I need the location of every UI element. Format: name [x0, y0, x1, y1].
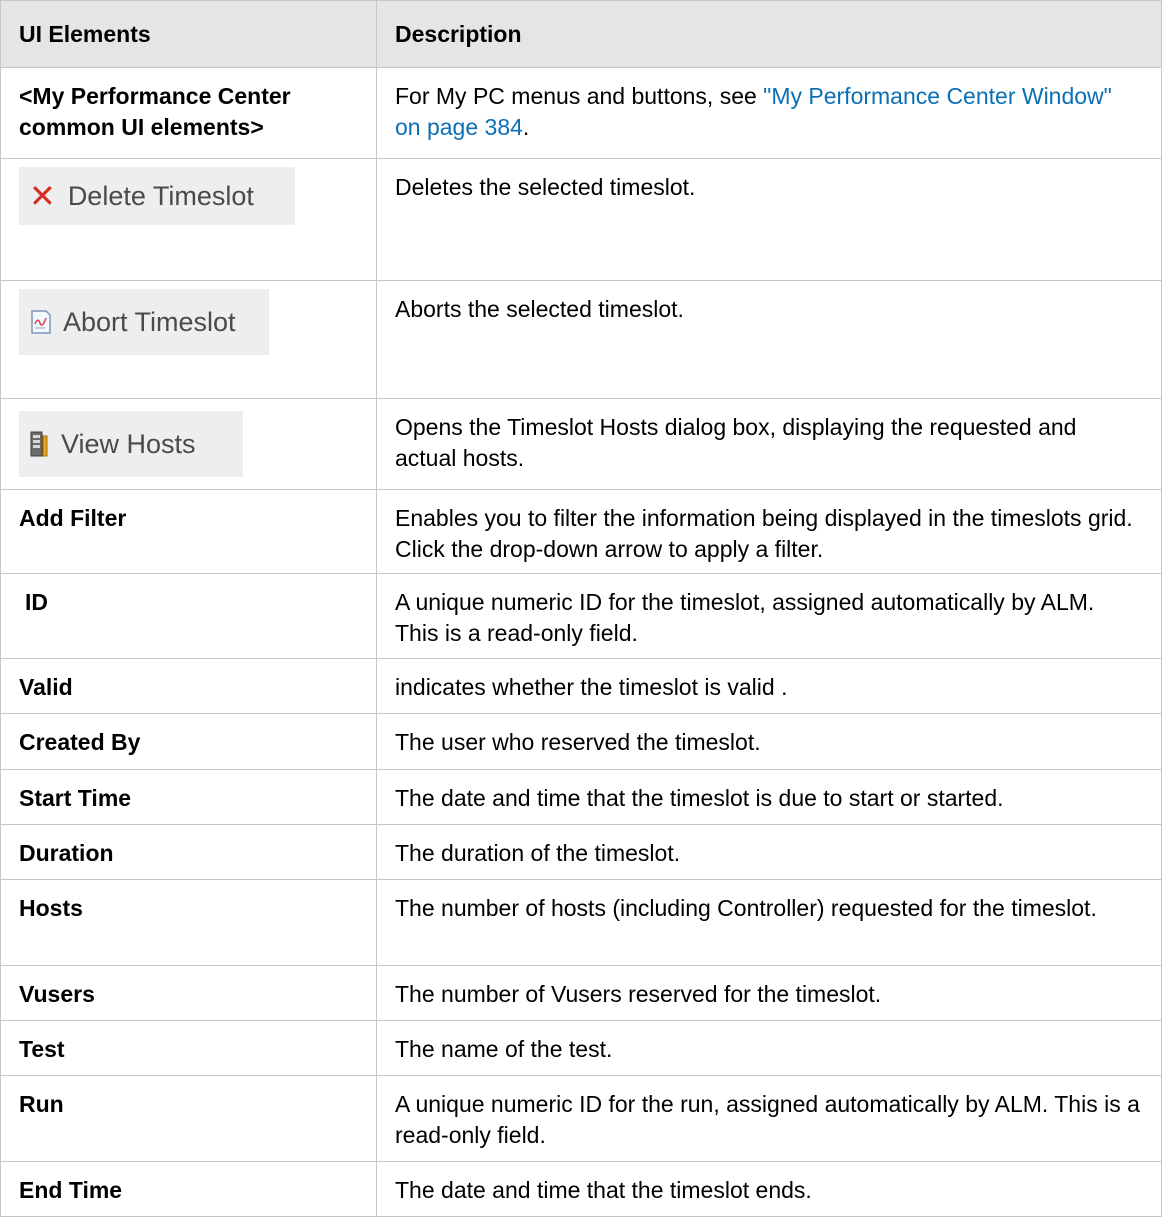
element-name: View Hosts	[0, 398, 377, 490]
element-description: Opens the Timeslot Hosts dialog box, dis…	[376, 398, 1162, 490]
table-row: <My Performance Center common UI element…	[0, 67, 1162, 159]
delete-x-icon: ✕	[29, 177, 56, 215]
element-name: Created By	[0, 713, 377, 770]
element-description: A unique numeric ID for the timeslot, as…	[376, 573, 1162, 659]
table-row: Hosts The number of hosts (including Con…	[0, 879, 1162, 966]
element-name: Test	[0, 1020, 377, 1076]
column-header-description: Description	[376, 0, 1162, 68]
table-row: Test The name of the test.	[0, 1020, 1162, 1076]
table-row: Created By The user who reserved the tim…	[0, 713, 1162, 770]
element-name: Start Time	[0, 769, 377, 825]
element-description: For My PC menus and buttons, see "My Per…	[376, 67, 1162, 159]
element-name: Duration	[0, 824, 377, 880]
element-name: End Time	[0, 1161, 377, 1217]
element-description: The number of hosts (including Controlle…	[376, 879, 1162, 966]
element-name: Abort Timeslot	[0, 280, 377, 399]
table-row: Abort Timeslot Aborts the selected times…	[0, 280, 1162, 399]
table-row: Valid indicates whether the timeslot is …	[0, 658, 1162, 714]
element-description: The name of the test.	[376, 1020, 1162, 1076]
element-name: Valid	[0, 658, 377, 714]
view-hosts-button-image: View Hosts	[19, 411, 243, 477]
table-row: View Hosts Opens the Timeslot Hosts dial…	[0, 398, 1162, 490]
delete-timeslot-button-image: ✕ Delete Timeslot	[19, 167, 295, 225]
element-name: ID	[0, 573, 377, 659]
element-name: Hosts	[0, 879, 377, 966]
button-label: View Hosts	[61, 428, 196, 459]
table-row: End Time The date and time that the time…	[0, 1161, 1162, 1217]
element-description: The user who reserved the timeslot.	[376, 713, 1162, 770]
element-description: The date and time that the timeslot is d…	[376, 769, 1162, 825]
abort-timeslot-icon	[31, 310, 51, 334]
element-name: Run	[0, 1075, 377, 1162]
table-row: Run A unique numeric ID for the run, ass…	[0, 1075, 1162, 1162]
description-text: .	[522, 114, 530, 140]
table-row: Duration The duration of the timeslot.	[0, 824, 1162, 880]
element-name: Add Filter	[0, 489, 377, 574]
hosts-icon	[30, 431, 48, 457]
button-label: Abort Timeslot	[63, 306, 236, 337]
button-label: Delete Timeslot	[67, 180, 254, 211]
element-description: The date and time that the timeslot ends…	[376, 1161, 1162, 1217]
description-text: For My PC menus and buttons, see	[395, 83, 764, 109]
element-name-text: ID	[25, 589, 48, 615]
element-description: Aborts the selected timeslot.	[376, 280, 1162, 399]
element-description: Enables you to filter the information be…	[376, 489, 1162, 574]
abort-timeslot-button-image: Abort Timeslot	[19, 289, 269, 355]
table-row: Vusers The number of Vusers reserved for…	[0, 965, 1162, 1021]
element-name: <My Performance Center common UI element…	[0, 67, 377, 159]
element-name: Vusers	[0, 965, 377, 1021]
header-row: UI Elements Description	[0, 0, 1162, 68]
table-row: ✕ Delete Timeslot Deletes the selected t…	[0, 158, 1162, 281]
table-row: Add Filter Enables you to filter the inf…	[0, 489, 1162, 574]
element-description: The number of Vusers reserved for the ti…	[376, 965, 1162, 1021]
element-description: Deletes the selected timeslot.	[376, 158, 1162, 281]
table-row: ID A unique numeric ID for the timeslot,…	[0, 573, 1162, 659]
element-description: A unique numeric ID for the run, assigne…	[376, 1075, 1162, 1162]
column-header-ui-elements: UI Elements	[0, 0, 377, 68]
table-row: Start Time The date and time that the ti…	[0, 769, 1162, 825]
element-description: The duration of the timeslot.	[376, 824, 1162, 880]
element-description: indicates whether the timeslot is valid …	[376, 658, 1162, 714]
element-name: ✕ Delete Timeslot	[0, 158, 377, 281]
ui-elements-table: UI Elements Description <My Performance …	[0, 0, 1162, 1217]
